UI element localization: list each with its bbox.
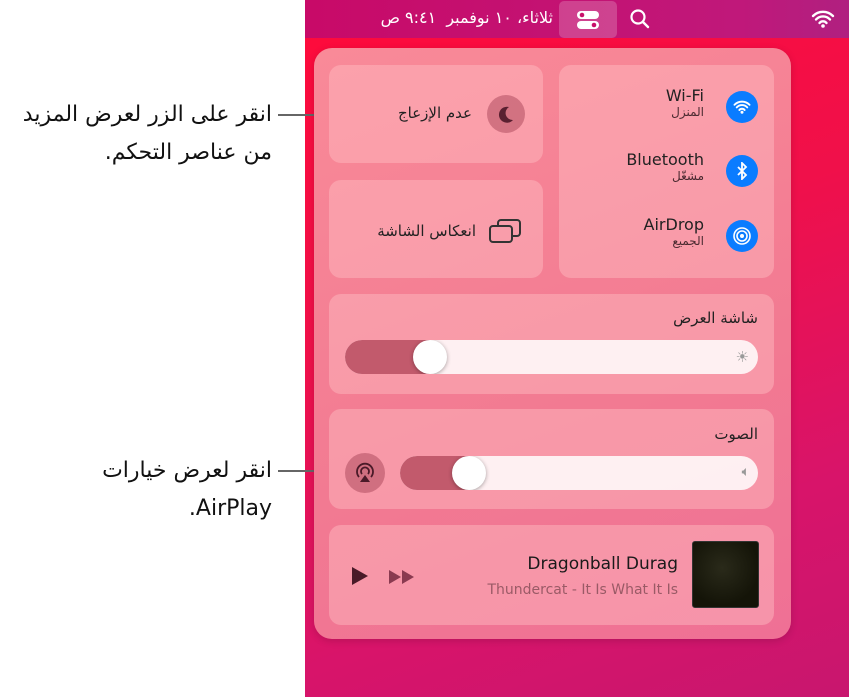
bluetooth-label: Bluetooth <box>626 150 704 169</box>
airplay-audio-icon[interactable] <box>345 453 385 493</box>
bluetooth-status: مشغّل <box>671 169 704 183</box>
screen-mirroring-icon <box>488 218 524 250</box>
search-icon[interactable] <box>627 6 653 32</box>
callout-airplay: انقر لعرض خيارات AirPlay. <box>102 458 272 521</box>
menu-bar: ثلاثاء، ١٠ نوفمبر ٩:٤١ ص <box>305 0 849 38</box>
control-center-icon[interactable] <box>559 1 617 38</box>
track-artist: Thundercat - It Is What It Is <box>487 582 678 598</box>
moon-icon[interactable] <box>487 95 525 133</box>
airdrop-icon[interactable] <box>726 220 758 252</box>
brightness-knob[interactable] <box>413 340 448 374</box>
mirroring-label: انعكاس الشاشة <box>377 222 476 240</box>
menu-clock[interactable]: ثلاثاء، ١٠ نوفمبر ٩:٤١ ص <box>325 8 553 27</box>
wifi-network: المنزل <box>671 105 704 119</box>
brightness-slider[interactable]: ☀ <box>345 340 758 374</box>
album-art <box>692 541 759 608</box>
airdrop-item[interactable]: AirDrop الجميع <box>560 215 704 248</box>
sun-icon: ☀ <box>735 348 749 366</box>
wifi-toggle-icon[interactable] <box>726 91 758 123</box>
bluetooth-item[interactable]: Bluetooth مشغّل <box>560 150 704 183</box>
callout-more-controls: انقر على الزر لعرض المزيد من عناصر التحك… <box>22 102 272 165</box>
speaker-icon: 🔈︎ <box>741 464 750 480</box>
track-title: Dragonball Durag <box>527 554 678 574</box>
wifi-icon[interactable] <box>805 6 841 32</box>
airdrop-status: الجميع <box>672 234 704 248</box>
airdrop-label: AirDrop <box>643 215 704 234</box>
dnd-label: عدم الإزعاج <box>397 104 472 122</box>
fast-forward-icon[interactable] <box>388 569 416 589</box>
volume-knob[interactable] <box>451 456 486 490</box>
wifi-label: Wi-Fi <box>665 86 704 105</box>
bluetooth-icon[interactable] <box>726 155 758 187</box>
sound-label: الصوت <box>714 425 758 443</box>
play-icon[interactable] <box>350 566 370 590</box>
wifi-item[interactable]: Wi-Fi المنزل <box>560 86 704 119</box>
volume-slider[interactable]: 🔈︎ <box>400 456 758 490</box>
display-label: شاشة العرض <box>673 309 758 327</box>
